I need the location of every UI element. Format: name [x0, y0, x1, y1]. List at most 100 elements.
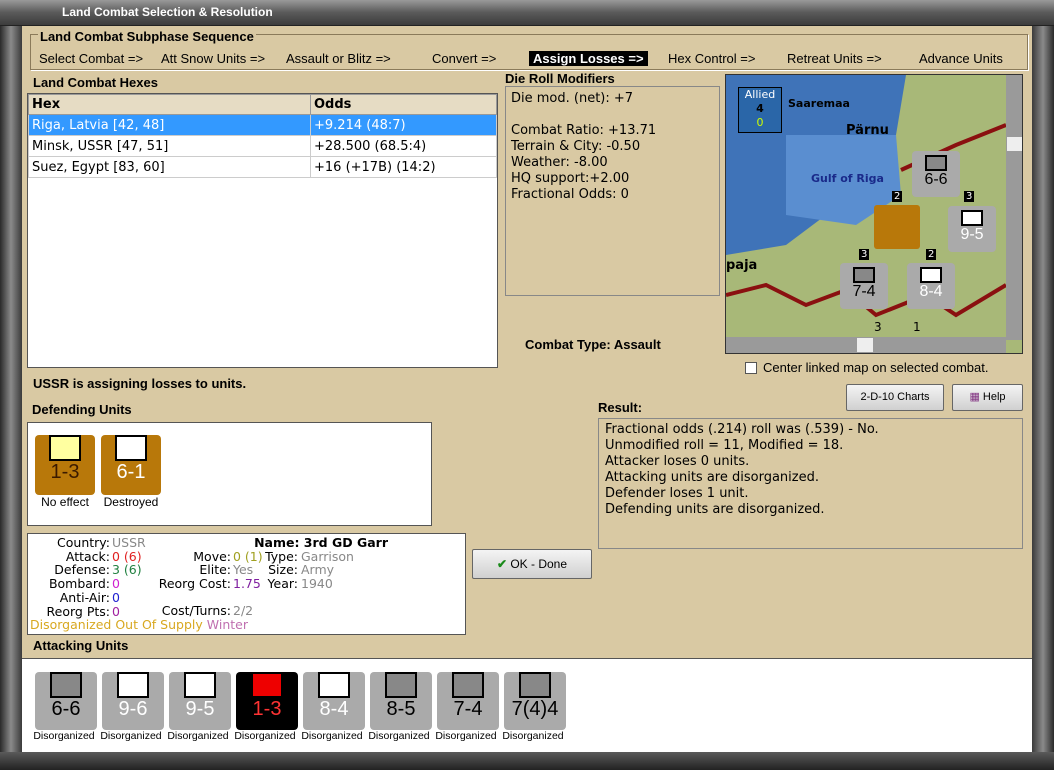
place-liepaja: paja — [726, 258, 758, 273]
type-value: Garrison — [301, 548, 354, 564]
step-select-combat: Select Combat => — [39, 51, 144, 66]
allied-number: 4 — [756, 102, 764, 115]
infantry-icon — [853, 267, 875, 283]
result-line: Defender loses 1 unit. — [605, 486, 749, 501]
table-row[interactable]: Riga, Latvia [42, 48] +9.214 (48:7) — [28, 114, 497, 136]
infantry-icon — [452, 672, 484, 698]
infantry-icon — [50, 672, 82, 698]
help-button[interactable]: ▦ Help — [952, 384, 1023, 411]
garrison-icon — [115, 435, 147, 461]
unit-caption: Disorganized — [167, 730, 229, 742]
unit-counter: 7(4)4 — [504, 672, 566, 730]
map-counter[interactable]: 7-4 — [840, 263, 888, 309]
hexes-table: Hex Odds Riga, Latvia [42, 48] +9.214 (48:… — [27, 93, 498, 368]
odds-cell: +28.500 (68.5:4) — [310, 135, 497, 157]
die-roll-title: Die Roll Modifiers — [505, 71, 615, 86]
book-icon: ▦ — [969, 391, 980, 403]
unit-counter: 1-3 — [35, 435, 95, 495]
unit-caption: Disorganized — [502, 730, 564, 742]
unit-caption: Disorganized — [368, 730, 430, 742]
linked-map[interactable]: Allied 4 0 Saaremaa Pärnu Gulf of Riga p… — [725, 74, 1023, 354]
place-parnu: Pärnu — [846, 123, 889, 138]
size-value: Army — [301, 562, 335, 578]
infantry-icon — [920, 267, 942, 283]
allied-label: Allied — [744, 88, 776, 101]
map-counter[interactable]: 6-6 — [912, 151, 960, 197]
window-title: Land Combat Selection & Resolution — [62, 5, 273, 19]
center-map-label: Center linked map on selected combat. — [763, 360, 989, 375]
place-gulf-of-riga: Gulf of Riga — [811, 172, 884, 185]
place-saaremaa: Saaremaa — [788, 97, 850, 110]
result-line: Attacker loses 0 units. — [605, 454, 750, 469]
unit-caption: Disorganized — [100, 730, 162, 742]
attacking-unit[interactable]: 9-6 Disorganized — [100, 668, 164, 742]
attack-label: Attack: — [65, 548, 110, 564]
die-line: HQ support:+2.00 — [511, 171, 630, 186]
allied-sub: 0 — [756, 116, 764, 129]
unit-counter: 7-4 — [437, 672, 499, 730]
defending-unit[interactable]: 1-3 No effect — [35, 431, 95, 509]
country-label: Country: — [57, 535, 110, 550]
unit-value: 8-4 — [319, 698, 349, 720]
infantry-icon — [925, 155, 947, 171]
reorg-cost-label: Reorg Cost: — [158, 576, 231, 592]
table-row[interactable]: Suez, Egypt [83, 60] +16 (+17B) (14:2) — [28, 156, 497, 178]
unit-counter: 8-4 — [303, 672, 365, 730]
unit-value: 9-5 — [185, 698, 215, 720]
step-assign-losses: Assign Losses => — [529, 51, 648, 66]
unit-value: 1-3 — [50, 461, 80, 483]
subphase-title: Land Combat Subphase Sequence — [38, 29, 256, 44]
attacking-unit[interactable]: 8-5 Disorganized — [368, 668, 432, 742]
unit-value: 7(4)4 — [511, 698, 559, 720]
attacking-unit[interactable]: 1-3 Disorganized — [234, 668, 298, 742]
country-value: USSR — [112, 535, 146, 550]
infantry-icon — [251, 672, 283, 698]
center-map-checkbox[interactable] — [745, 362, 757, 374]
frame-left — [0, 26, 22, 770]
elite-label: Elite: — [199, 562, 231, 578]
counter-value: 9-5 — [960, 226, 984, 243]
counter-value: 7-4 — [852, 283, 876, 300]
attacking-unit[interactable]: 7(4)4 Disorganized — [502, 668, 566, 742]
infantry-icon — [318, 672, 350, 698]
die-line: Combat Ratio: +13.71 — [511, 123, 657, 138]
defending-unit[interactable]: 6-1 Destroyed — [101, 431, 161, 509]
attacking-unit[interactable]: 8-4 Disorganized — [301, 668, 365, 742]
table-row[interactable]: Minsk, USSR [47, 51] +28.500 (68.5:4) — [28, 135, 497, 157]
attacking-unit[interactable]: 7-4 Disorganized — [435, 668, 499, 742]
odds-cell: +9.214 (48:7) — [310, 114, 497, 136]
hex-cell: Suez, Egypt [83, 60] — [28, 156, 311, 178]
unit-caption: Disorganized — [301, 730, 363, 742]
bombard-label: Bombard: — [48, 576, 110, 592]
result-line: Defending units are disorganized. — [605, 502, 825, 517]
ok-done-button[interactable]: ✔ OK - Done — [472, 549, 592, 579]
move-label: Move: — [193, 548, 231, 564]
result-line: Unmodified roll = 11, Modified = 18. — [605, 438, 844, 453]
antiair-label: Anti-Air: — [59, 589, 110, 605]
col-hex[interactable]: Hex — [28, 94, 311, 115]
stack-bottom-left: 3 — [874, 320, 882, 334]
step-hex-control: Hex Control => — [668, 51, 756, 66]
stack-count: 2 — [926, 249, 937, 260]
map-counter[interactable]: 9-5 — [948, 206, 996, 252]
ok-label: OK - Done — [510, 557, 568, 571]
status-winter: Winter — [206, 617, 248, 632]
step-retreat: Retreat Units => — [787, 51, 882, 66]
frame-right — [1032, 26, 1054, 770]
status-disorganized: Disorganized Out Of Supply — [30, 617, 203, 632]
attacking-unit[interactable]: 9-5 Disorganized — [167, 668, 231, 742]
col-odds[interactable]: Odds — [310, 94, 497, 115]
charts-button[interactable]: 2-D-10 Charts — [846, 384, 944, 411]
help-label: Help — [982, 391, 1006, 403]
armor-icon — [117, 672, 149, 698]
year-label: Year: — [267, 576, 298, 592]
armor-icon — [961, 210, 983, 226]
defender-hex-counter[interactable] — [874, 205, 920, 249]
unit-value: 1-3 — [252, 698, 282, 720]
attacking-unit[interactable]: 6-6 Disorganized — [33, 668, 97, 742]
unit-counter: 6-6 — [35, 672, 97, 730]
map-counter[interactable]: 8-4 — [907, 263, 955, 309]
unit-name: Name: 3rd GD Garr — [254, 535, 388, 550]
attacking-title: Attacking Units — [33, 638, 129, 653]
unit-counter: 1-3 — [236, 672, 298, 730]
